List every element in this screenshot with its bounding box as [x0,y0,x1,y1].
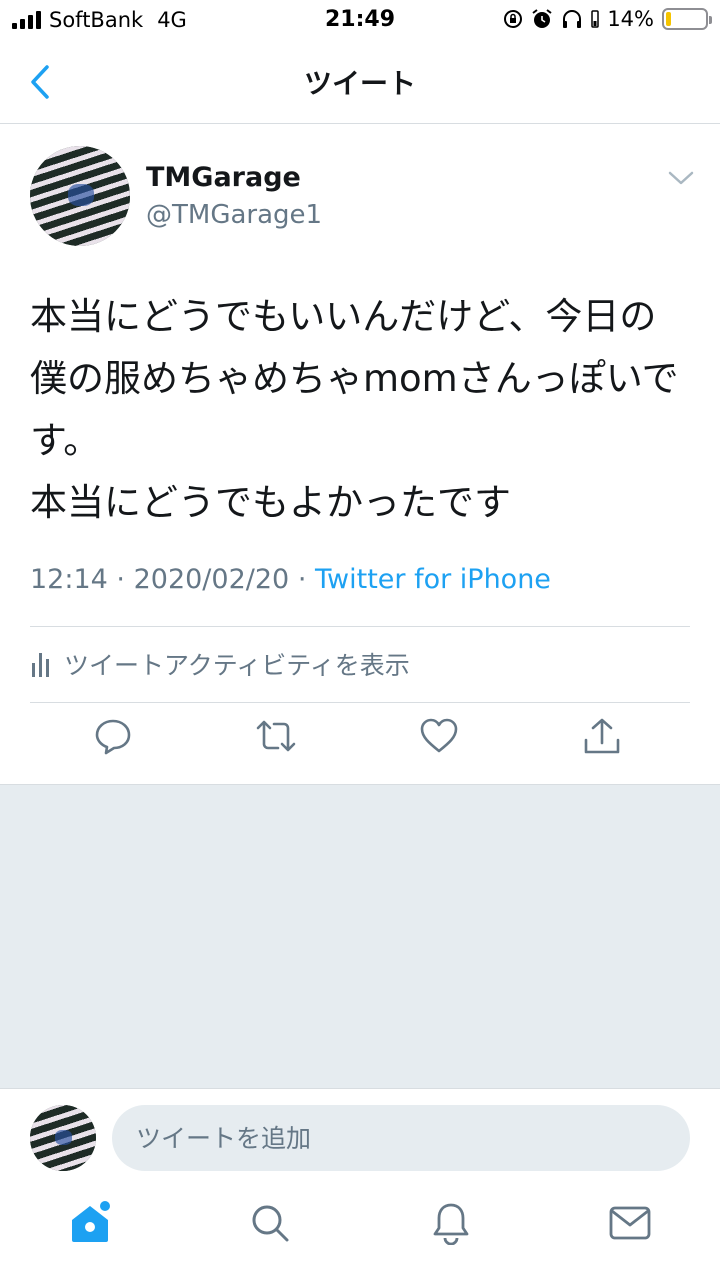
tweet-time: 12:14 [30,564,108,595]
tweet-activity-link[interactable]: ツイートアクティビティを表示 [30,644,410,684]
search-icon [252,1205,289,1242]
like-button[interactable] [417,714,461,758]
avatar-image [30,146,130,246]
share-button[interactable] [580,714,624,758]
avatar-image [30,1105,96,1171]
like-icon [420,718,458,753]
retweet-icon [256,720,296,752]
bluetooth-slot-icon [591,10,600,28]
alarm-icon [532,9,552,28]
reply-button[interactable] [91,714,135,758]
replies-area [0,784,720,1089]
analytics-icon [32,653,49,677]
divider [30,702,690,703]
nav-bar: ツイート [0,40,720,124]
battery-percent: 14% [607,7,654,31]
display-name[interactable]: TMGarage [146,162,301,193]
divider [30,626,690,627]
tweet-actions [0,714,720,774]
retweet-button[interactable] [254,714,298,758]
status-bar: SoftBank 4G 21:49 14% [0,0,720,40]
tweet-date: 2020/02/20 [133,564,290,595]
battery-icon [662,8,712,30]
user-handle[interactable]: @TMGarage1 [146,200,322,230]
headphones-icon [563,10,582,28]
tab-home[interactable] [66,1199,114,1247]
tweet-meta: 12:14 · 2020/02/20 · Twitter for iPhone [30,564,551,595]
home-icon [72,1201,110,1242]
share-icon [584,718,620,754]
orientation-lock-icon [504,10,523,28]
avatar[interactable] [30,146,130,246]
messages-icon [609,1206,651,1240]
battery-level [666,12,672,26]
status-right: 14% [503,7,712,31]
tweet-detail: TMGarage @TMGarage1 本当にどうでもいいんだけど、今日の僕の服… [0,124,720,784]
page-title: ツイート [303,67,416,100]
reply-input[interactable] [112,1105,690,1171]
meta-separator: · [297,564,307,595]
tweet-activity-label: ツイートアクティビティを表示 [64,651,410,680]
tweet-text: 本当にどうでもいいんだけど、今日の僕の服めちゃめちゃmomさんっぽいです。 本当… [30,295,679,524]
tab-bar [0,1185,720,1280]
tab-notifications[interactable] [427,1199,475,1247]
chevron-down-icon[interactable] [666,166,696,190]
reply-icon [95,719,131,755]
reply-bar [0,1089,720,1185]
tab-messages[interactable] [606,1199,654,1247]
avatar [30,1105,96,1171]
tab-search[interactable] [246,1199,294,1247]
meta-separator: · [116,564,125,595]
notifications-icon [433,1203,469,1245]
tweet-source-link[interactable]: Twitter for iPhone [315,564,551,595]
